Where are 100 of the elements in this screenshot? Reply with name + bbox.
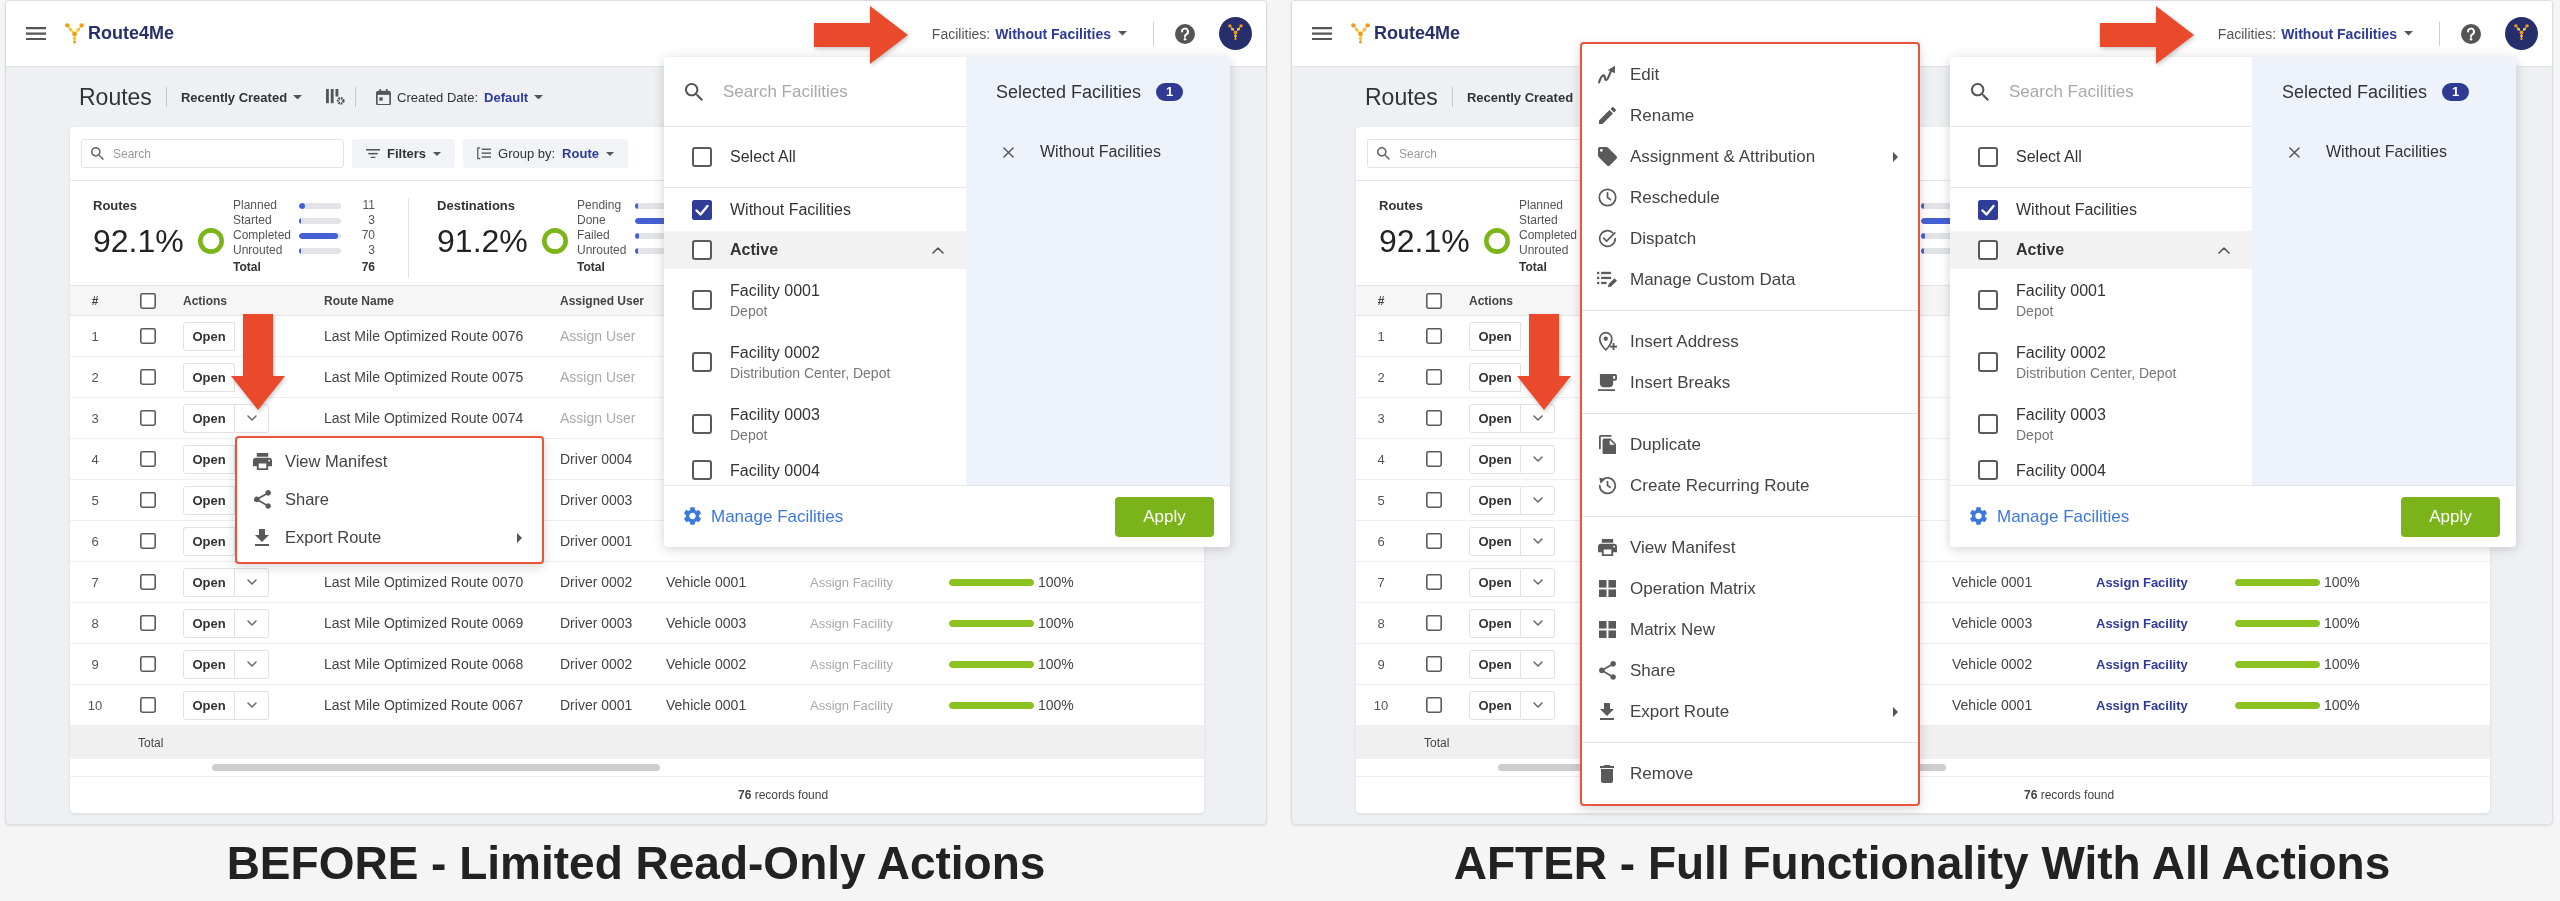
checkbox[interactable] (1425, 292, 1442, 309)
open-button[interactable]: Open (183, 321, 235, 351)
checkbox[interactable] (1978, 460, 1998, 480)
checkbox[interactable] (139, 369, 156, 385)
menu-item[interactable]: Remove (1582, 753, 1918, 794)
open-button[interactable]: Open (1469, 321, 1521, 351)
sort-dropdown[interactable]: Recently Created (180, 89, 303, 105)
option-label[interactable]: Select All (730, 148, 796, 166)
menu-item[interactable]: Rename (1582, 95, 1918, 136)
assign-facility-link[interactable]: Assign Facility (2096, 656, 2188, 672)
dropdown-button[interactable] (1521, 403, 1555, 433)
checkbox[interactable] (1425, 574, 1442, 590)
checkbox[interactable] (692, 199, 712, 220)
search-field[interactable]: Search Facilities (664, 57, 966, 126)
checkbox[interactable] (139, 492, 156, 508)
checkbox[interactable] (1425, 369, 1442, 385)
manage-facilities-link[interactable]: Manage Facilities (684, 506, 844, 527)
open-button[interactable]: Open (183, 526, 235, 556)
menu-item[interactable]: Dispatch (1582, 218, 1918, 259)
checkbox[interactable] (139, 533, 156, 549)
open-button[interactable]: Open (1469, 362, 1521, 392)
avatar-icon[interactable] (2505, 17, 2538, 50)
checkbox[interactable] (1978, 352, 1998, 372)
columns-gear-icon[interactable] (326, 88, 346, 106)
open-button[interactable]: Open (183, 485, 235, 515)
assign-facility-link[interactable]: Assign Facility (2096, 615, 2188, 631)
assign-facility-link[interactable]: Assign Facility (2096, 697, 2188, 713)
option-label[interactable]: Select All (2016, 148, 2082, 166)
checkbox[interactable] (1978, 240, 1998, 260)
checkbox[interactable] (692, 352, 712, 372)
checkbox[interactable] (1425, 533, 1442, 549)
menu-item[interactable]: Export Route (237, 518, 542, 557)
open-button[interactable]: Open (183, 444, 235, 474)
checkbox[interactable] (1425, 328, 1442, 344)
facilities-selector[interactable]: Facilities: Without Facilities (931, 25, 1127, 42)
checkbox[interactable] (1425, 451, 1442, 467)
checkbox[interactable] (139, 615, 156, 631)
menu-item[interactable]: Insert Breaks (1582, 362, 1918, 403)
checkbox[interactable] (1978, 414, 1998, 434)
close-icon[interactable] (2289, 146, 2300, 158)
option-label[interactable]: Without Facilities (730, 200, 851, 219)
menu-item[interactable]: Matrix New (1582, 609, 1918, 650)
open-button[interactable]: Open (183, 403, 235, 433)
open-button[interactable]: Open (183, 608, 235, 638)
chevron-up-icon[interactable] (932, 246, 944, 254)
manage-facilities-link[interactable]: Manage Facilities (1970, 506, 2130, 527)
menu-item[interactable]: Insert Address (1582, 321, 1918, 362)
checkbox[interactable] (139, 328, 156, 344)
checkbox[interactable] (1425, 410, 1442, 426)
search-field[interactable]: Search Facilities (1950, 57, 2252, 126)
checkbox[interactable] (692, 240, 712, 260)
date-filter[interactable]: Created Date: Default (376, 88, 544, 106)
menu-icon[interactable] (1312, 26, 1332, 41)
facilities-selector[interactable]: Facilities: Without Facilities (2217, 25, 2413, 42)
checkbox[interactable] (692, 460, 712, 480)
menu-item[interactable]: Create Recurring Route (1582, 465, 1918, 506)
close-icon[interactable] (1003, 146, 1014, 158)
open-button[interactable]: Open (1469, 608, 1521, 638)
group-by-button[interactable]: Group by: Route (463, 139, 628, 168)
checkbox[interactable] (1978, 147, 1998, 167)
open-button[interactable]: Open (1469, 444, 1521, 474)
menu-item[interactable]: Edit (1582, 54, 1918, 95)
open-button[interactable]: Open (1469, 690, 1521, 720)
checkbox[interactable] (1425, 656, 1442, 672)
option-label[interactable]: Without Facilities (2016, 200, 2137, 219)
open-button[interactable]: Open (1469, 649, 1521, 679)
menu-item[interactable]: View Manifest (1582, 527, 1918, 568)
checkbox[interactable] (1978, 199, 1998, 220)
open-button[interactable]: Open (183, 649, 235, 679)
checkbox[interactable] (139, 656, 156, 672)
checkbox[interactable] (139, 451, 156, 467)
menu-item[interactable]: Share (1582, 650, 1918, 691)
scrollbar[interactable] (212, 764, 660, 771)
open-button[interactable]: Open (1469, 526, 1521, 556)
avatar-icon[interactable] (1219, 17, 1252, 50)
checkbox[interactable] (139, 292, 156, 309)
search-field[interactable]: Search (81, 139, 344, 168)
sort-dropdown[interactable]: Recently Created (1466, 89, 1574, 105)
help-icon[interactable] (1175, 23, 1195, 44)
menu-item[interactable]: Export Route (1582, 691, 1918, 732)
open-button[interactable]: Open (183, 362, 235, 392)
open-button[interactable]: Open (183, 567, 235, 597)
checkbox[interactable] (692, 147, 712, 167)
checkbox[interactable] (1425, 492, 1442, 508)
checkbox[interactable] (1425, 697, 1442, 713)
checkbox[interactable] (692, 414, 712, 434)
menu-item[interactable]: Operation Matrix (1582, 568, 1918, 609)
menu-item[interactable]: Reschedule (1582, 177, 1918, 218)
assign-facility-link[interactable]: Assign Facility (2096, 574, 2188, 590)
filters-button[interactable]: Filters (352, 139, 455, 168)
chevron-up-icon[interactable] (2218, 246, 2230, 254)
checkbox[interactable] (139, 410, 156, 426)
menu-item[interactable]: View Manifest (237, 442, 542, 481)
open-button[interactable]: Open (1469, 403, 1521, 433)
open-button[interactable]: Open (1469, 567, 1521, 597)
dropdown-button[interactable] (235, 403, 269, 433)
help-icon[interactable] (2461, 23, 2481, 44)
menu-item[interactable]: Manage Custom Data (1582, 259, 1918, 300)
checkbox[interactable] (1978, 290, 1998, 310)
open-button[interactable]: Open (183, 690, 235, 720)
